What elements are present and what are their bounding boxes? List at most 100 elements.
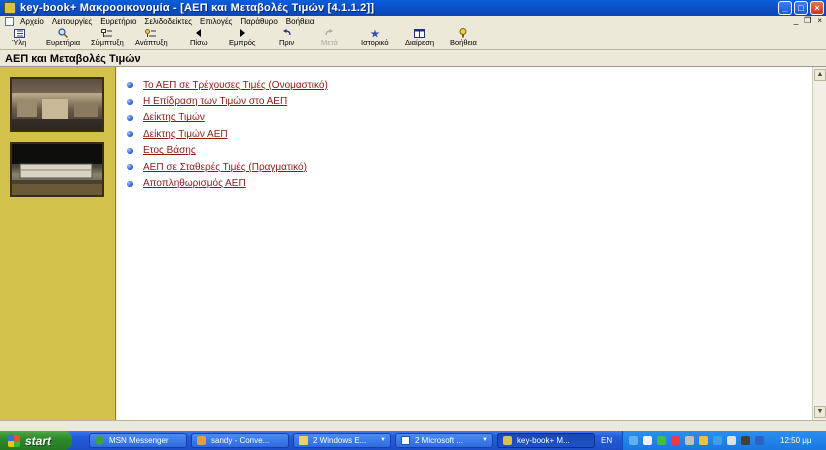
page-header: ΑΕΠ και Μεταβολές Τιμών — [0, 51, 826, 67]
chevron-down-icon: ▼ — [380, 437, 386, 443]
help-icon — [458, 28, 468, 38]
task-chat[interactable]: sandy - Conve... — [191, 433, 289, 448]
contents-button[interactable]: Ύλη — [12, 28, 26, 49]
doc-minimize-icon[interactable]: _ — [794, 16, 798, 25]
document-window-controls: _ ❐ × — [794, 16, 822, 25]
tray-media-icon[interactable] — [741, 436, 750, 445]
history-label: Ιστορικό — [361, 38, 389, 47]
chat-icon — [197, 436, 206, 445]
title-bar: key-book+ Μακροοικονομία - [ΑΕΠ και Μετα… — [0, 0, 826, 16]
window-title: key-book+ Μακροοικονομία - [ΑΕΠ και Μετα… — [20, 2, 375, 14]
tray-bluetooth-icon[interactable] — [755, 436, 764, 445]
topic-link[interactable]: Το ΑΕΠ σε Τρέχουσες Τιμές (Ονομαστικό) — [143, 80, 328, 91]
tray-printer-icon[interactable] — [727, 436, 736, 445]
start-label: start — [25, 433, 52, 448]
scroll-up-icon[interactable]: ▲ — [814, 69, 826, 81]
split-label: Διαίρεση — [405, 38, 435, 47]
collapse-button[interactable]: Σύμπτυξη — [91, 28, 124, 49]
task-microsoft-word[interactable]: 2 Microsoft ... ▼ — [395, 433, 493, 448]
msn-icon — [95, 436, 104, 445]
doc-restore-icon[interactable]: ❐ — [804, 16, 811, 25]
list-item: Το ΑΕΠ σε Τρέχουσες Τιμές (Ονομαστικό) — [127, 77, 328, 93]
task-label: 2 Microsoft ... — [415, 436, 464, 445]
vertical-scrollbar[interactable]: ▲ ▼ — [812, 67, 826, 420]
bullet-icon — [127, 164, 133, 171]
toolbar: Ύλη Ευρετήρια Σύμπτυξη Ανάπτυξη Πίσω Εμπ… — [0, 27, 826, 50]
bullet-icon — [127, 98, 133, 105]
minimize-icon[interactable]: _ — [778, 1, 792, 15]
menu-options[interactable]: Επιλογές — [200, 17, 232, 26]
close-icon[interactable]: × — [810, 1, 824, 15]
topic-link[interactable]: Αποπληθωρισμός ΑΕΠ — [143, 178, 246, 189]
topic-link[interactable]: Ετος Βάσης — [143, 145, 196, 156]
collapse-icon — [101, 28, 113, 38]
next-label: Μετά — [321, 38, 338, 47]
windows-logo-icon — [8, 434, 20, 447]
tray-monitor-icon[interactable] — [643, 436, 652, 445]
forward-arrow-icon — [238, 28, 246, 38]
language-indicator[interactable]: EN — [601, 436, 612, 445]
list-item: Η Επίδραση των Τιμών στο ΑΕΠ — [127, 93, 328, 109]
scroll-down-icon[interactable]: ▼ — [814, 406, 826, 418]
list-item: Ετος Βάσης — [127, 143, 328, 159]
task-msn-messenger[interactable]: MSN Messenger — [89, 433, 187, 448]
bullet-icon — [127, 180, 133, 187]
left-panel — [0, 67, 116, 420]
menu-file[interactable]: Αρχείο — [20, 17, 44, 26]
back-arrow-icon — [195, 28, 203, 38]
previous-label: Πριν — [279, 38, 295, 47]
taskbar: start MSN Messenger sandy - Conve... 2 W… — [0, 431, 826, 450]
contents-label: Ύλη — [12, 38, 27, 47]
system-tray: 12:50 μμ — [622, 431, 826, 450]
next-button[interactable]: Μετά — [321, 28, 338, 49]
menu-help[interactable]: Βοήθεια — [286, 17, 315, 26]
tray-update-icon[interactable] — [713, 436, 722, 445]
menu-functions[interactable]: Λειτουργίες — [52, 17, 92, 26]
topic-link[interactable]: Η Επίδραση των Τιμών στο ΑΕΠ — [143, 96, 287, 107]
menu-index[interactable]: Ευρετήριο — [100, 17, 136, 26]
folder-icon — [299, 436, 308, 445]
forward-label: Εμπρός — [229, 38, 256, 47]
tray-network-icon[interactable] — [629, 436, 638, 445]
split-icon — [414, 28, 426, 38]
content-area: Το ΑΕΠ σε Τρέχουσες Τιμές (Ονομαστικό) Η… — [117, 67, 812, 420]
tray-security-icon[interactable] — [657, 436, 666, 445]
next-icon — [324, 28, 334, 38]
menu-bookmarks[interactable]: Σελιδοδείκτες — [144, 17, 192, 26]
tray-messenger-icon[interactable] — [699, 436, 708, 445]
list-item: Αποπληθωρισμός ΑΕΠ — [127, 175, 328, 191]
forward-button[interactable]: Εμπρός — [229, 28, 256, 49]
topic-link[interactable]: Δείκτης Τιμών ΑΕΠ — [143, 129, 228, 140]
app-icon[interactable] — [4, 2, 16, 14]
tray-antivirus-icon[interactable] — [671, 436, 680, 445]
back-button[interactable]: Πίσω — [190, 28, 208, 49]
tray-volume-icon[interactable] — [685, 436, 694, 445]
help-button[interactable]: Βοήθεια — [450, 28, 477, 49]
list-item: ΑΕΠ σε Σταθερές Τιμές (Πραγματικό) — [127, 159, 328, 175]
word-icon — [401, 436, 410, 445]
bullet-icon — [127, 147, 133, 154]
topic-link[interactable]: ΑΕΠ σε Σταθερές Τιμές (Πραγματικό) — [143, 162, 307, 173]
topic-list: Το ΑΕΠ σε Τρέχουσες Τιμές (Ονομαστικό) Η… — [127, 77, 328, 192]
start-button[interactable]: start — [0, 431, 72, 450]
maximize-icon[interactable]: □ — [794, 1, 808, 15]
indexes-button[interactable]: Ευρετήρια — [46, 28, 80, 49]
help-label: Βοήθεια — [450, 38, 477, 47]
menu-window[interactable]: Παράθυρο — [240, 17, 277, 26]
split-button[interactable]: Διαίρεση — [405, 28, 434, 49]
task-windows-explorer[interactable]: 2 Windows E... ▼ — [293, 433, 391, 448]
document-icon[interactable] — [5, 17, 14, 26]
doc-close-icon[interactable]: × — [817, 16, 822, 25]
topic-link[interactable]: Δείκτης Τιμών — [143, 112, 205, 123]
previous-button[interactable]: Πριν — [279, 28, 294, 49]
bullet-icon — [127, 131, 133, 138]
indexes-label: Ευρετήρια — [46, 38, 81, 47]
search-icon — [58, 28, 69, 38]
clock[interactable]: 12:50 μμ — [780, 436, 811, 445]
task-label: 2 Windows E... — [313, 436, 367, 445]
bullet-icon — [127, 82, 133, 89]
task-key-book[interactable]: key-book+ Μ... — [497, 433, 595, 448]
expand-icon — [145, 28, 157, 38]
expand-button[interactable]: Ανάπτυξη — [135, 28, 168, 49]
history-button[interactable]: Ιστορικό — [361, 28, 389, 49]
